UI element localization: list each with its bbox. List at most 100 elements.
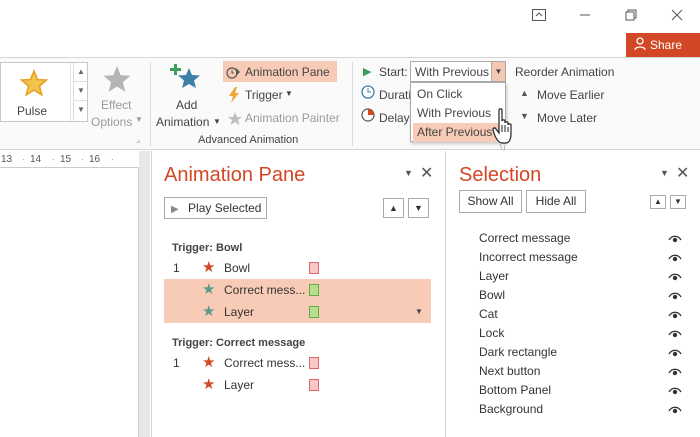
selection-item[interactable]: Next button	[479, 364, 540, 378]
add-animation-line1: Add	[176, 98, 198, 112]
selection-item[interactable]: Lock	[479, 326, 504, 340]
visibility-eye-icon[interactable]	[668, 386, 682, 396]
send-backward-button[interactable]: ▼	[670, 195, 686, 209]
hide-all-button[interactable]: Hide All	[526, 190, 586, 213]
item-name: Correct mess...	[224, 283, 306, 297]
delay-clock-icon	[361, 108, 375, 122]
option-on-click[interactable]: On Click	[413, 85, 505, 104]
effect-options-button[interactable]: Effect Options ▼	[91, 61, 143, 131]
visibility-eye-icon[interactable]	[668, 291, 682, 301]
animation-item[interactable]: ★ Layer ▼	[164, 301, 431, 323]
start-dropdown[interactable]: With Previous ▼	[410, 61, 506, 82]
emphasis-star-icon: ★	[202, 303, 216, 320]
selection-item[interactable]: Layer	[479, 269, 509, 283]
animation-item[interactable]: 1 ★ Bowl	[164, 257, 431, 279]
minimize-icon[interactable]	[562, 0, 608, 30]
play-selected-button[interactable]: ▶ Play Selected	[164, 197, 267, 219]
item-dropdown-chevron-icon[interactable]: ▼	[415, 307, 423, 316]
emphasis-star-icon: ★	[202, 376, 216, 393]
add-animation-line2: Animation	[156, 115, 210, 129]
gallery-scroll-down[interactable]: ▼	[73, 82, 88, 101]
timing-bar	[309, 357, 319, 369]
hand-cursor-icon	[492, 108, 512, 152]
timing-bar	[309, 306, 319, 318]
ruler-tick: 14	[30, 154, 42, 165]
pane-options-chevron-icon[interactable]: ▼	[660, 168, 669, 178]
dialog-launcher-icon[interactable]: ⌟	[136, 134, 140, 145]
close-icon[interactable]: ✕	[420, 163, 433, 183]
visibility-eye-icon[interactable]	[668, 367, 682, 377]
move-later-button[interactable]: ▼ Move Later	[518, 110, 608, 128]
selection-item[interactable]: Incorrect message	[479, 250, 578, 264]
close-icon[interactable]: ✕	[676, 163, 689, 183]
ribbon-display-options-icon[interactable]	[516, 0, 562, 30]
ruler-tick: 13	[1, 154, 13, 165]
item-name: Layer	[224, 378, 255, 392]
visibility-eye-icon[interactable]	[668, 253, 682, 263]
item-name: Layer	[224, 305, 255, 319]
group-label-advanced-animation: Advanced Animation	[198, 134, 299, 146]
selection-item[interactable]: Bottom Panel	[479, 383, 551, 397]
selection-item[interactable]: Background	[479, 402, 543, 416]
triangle-down-icon: ▼	[520, 111, 529, 121]
play-selected-label: Play Selected	[188, 201, 262, 215]
bring-forward-button[interactable]: ▲	[650, 195, 666, 209]
share-button[interactable]: Share	[626, 33, 700, 57]
pane-options-chevron-icon[interactable]: ▼	[404, 168, 413, 178]
group-separator	[150, 62, 151, 146]
animation-pane-label: Animation Pane	[245, 65, 330, 79]
gallery-item-pulse[interactable]: Pulse	[1, 63, 71, 121]
ruler-tick: 15	[60, 154, 72, 165]
close-window-icon[interactable]	[654, 0, 700, 30]
add-animation-button[interactable]: Add Animation ▼	[154, 60, 222, 132]
selection-item[interactable]: Bowl	[479, 288, 505, 302]
timing-bar	[309, 262, 319, 274]
visibility-eye-icon[interactable]	[668, 348, 682, 358]
group-separator	[352, 62, 353, 146]
triangle-up-icon: ▲	[520, 88, 529, 98]
selection-pane-title: Selection	[459, 164, 542, 186]
animation-item[interactable]: ★ Layer	[164, 374, 431, 396]
animation-gallery: Pulse ▲ ▼ ▼	[0, 62, 88, 122]
star-icon	[103, 66, 131, 92]
animation-pane-button[interactable]: Animation Pane	[223, 61, 337, 82]
selection-item[interactable]: Cat	[479, 307, 498, 321]
share-label: Share	[650, 38, 683, 52]
gallery-scroll-up[interactable]: ▲	[73, 63, 88, 82]
visibility-eye-icon[interactable]	[668, 234, 682, 244]
visibility-eye-icon[interactable]	[668, 329, 682, 339]
visibility-eye-icon[interactable]	[668, 405, 682, 415]
animation-item[interactable]: 1 ★ Correct mess...	[164, 352, 431, 374]
animation-painter-button[interactable]: Animation Painter	[223, 108, 347, 128]
clock-icon	[361, 85, 375, 99]
animation-item[interactable]: ★ Correct mess...	[164, 279, 431, 301]
animation-pane-icon	[226, 67, 240, 79]
item-number: 1	[173, 356, 180, 370]
item-name: Bowl	[224, 261, 251, 275]
selection-item[interactable]: Dark rectangle	[479, 345, 557, 359]
visibility-eye-icon[interactable]	[668, 310, 682, 320]
visibility-eye-icon[interactable]	[668, 272, 682, 282]
move-earlier-button[interactable]: ▲ Move Earlier	[518, 87, 608, 105]
move-up-button[interactable]: ▲	[383, 198, 404, 218]
trigger-label: Trigger	[245, 88, 283, 102]
show-all-button[interactable]: Show All	[459, 190, 522, 213]
painter-icon	[228, 112, 242, 125]
move-down-button[interactable]: ▼	[408, 198, 429, 218]
ruler: 13 14 15 16 · · · ·	[0, 151, 139, 168]
effect-options-line1: Effect	[101, 98, 132, 112]
start-label: Start:	[379, 65, 408, 79]
slide-area	[0, 151, 150, 437]
chevron-down-icon[interactable]: ▼	[491, 62, 505, 81]
gallery-more[interactable]: ▼	[73, 101, 88, 120]
dropdown-arrow-icon: ▼	[135, 115, 143, 124]
reorder-animation-label: Reorder Animation	[515, 65, 615, 79]
start-dropdown-value: With Previous	[415, 65, 490, 79]
selection-item[interactable]: Correct message	[479, 231, 570, 245]
item-name: Correct mess...	[224, 356, 306, 370]
pulse-star-icon	[20, 69, 48, 97]
slide-canvas[interactable]	[0, 151, 139, 437]
restore-icon[interactable]	[608, 0, 654, 30]
play-icon: ▶	[171, 204, 179, 215]
trigger-button[interactable]: Trigger ▼	[223, 85, 303, 105]
